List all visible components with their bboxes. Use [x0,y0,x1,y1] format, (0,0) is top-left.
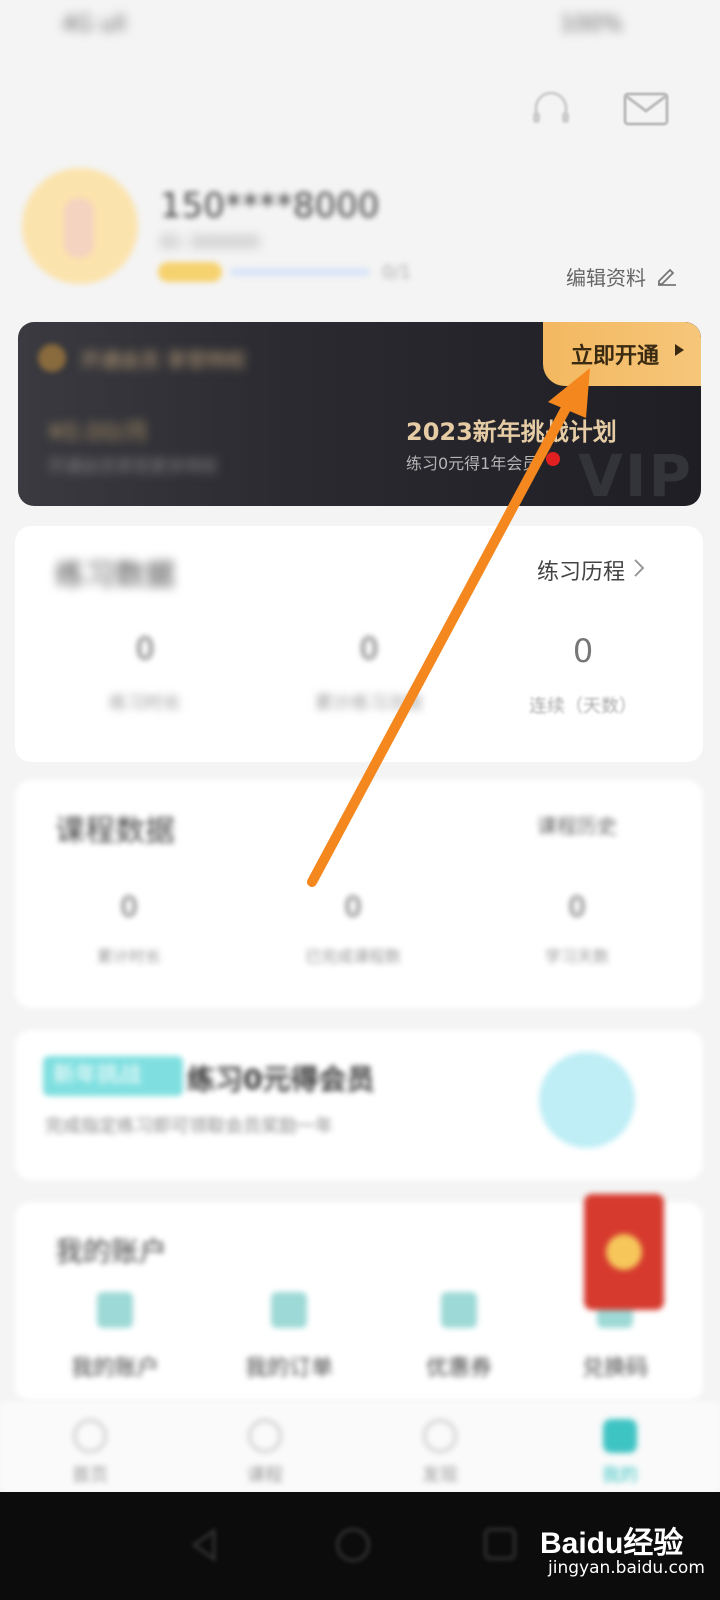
annotation-arrow [307,368,590,887]
